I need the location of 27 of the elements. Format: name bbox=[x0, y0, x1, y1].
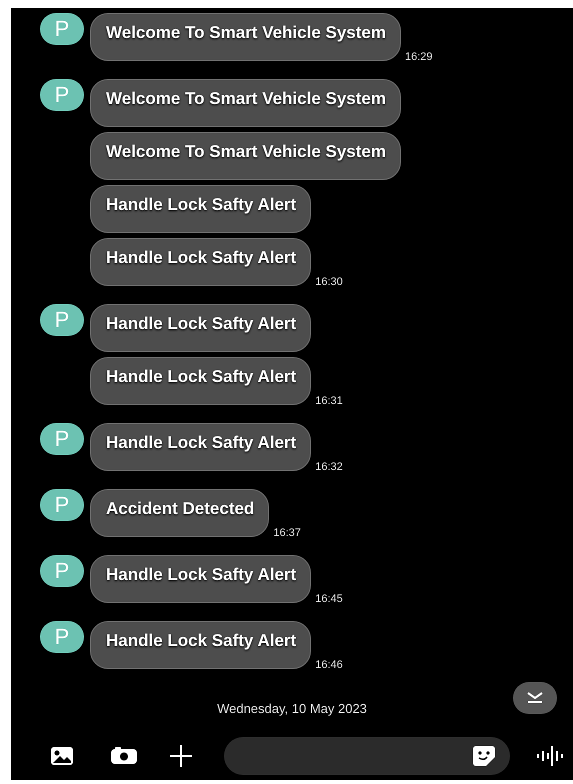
message-bubble[interactable]: Accident Detected bbox=[90, 489, 270, 537]
message-bubble[interactable]: Handle Lock Safty Alert bbox=[90, 621, 312, 669]
message-time: 16:37 bbox=[273, 526, 301, 540]
message-bubble[interactable]: Welcome To Smart Vehicle System bbox=[90, 132, 401, 180]
message-time: 16:29 bbox=[405, 50, 433, 64]
message-input-field[interactable] bbox=[224, 736, 510, 774]
sticker-icon[interactable] bbox=[472, 744, 496, 766]
message-bubble[interactable]: Welcome To Smart Vehicle System bbox=[90, 79, 401, 127]
gallery-icon[interactable] bbox=[50, 746, 74, 766]
message-time: 16:32 bbox=[315, 460, 343, 474]
chevron-down-icon bbox=[525, 692, 545, 704]
message-time: 16:46 bbox=[315, 658, 343, 672]
message-time: 16:30 bbox=[315, 274, 343, 290]
message-bubble[interactable]: Welcome To Smart Vehicle System bbox=[90, 13, 401, 61]
message-bubble[interactable]: Handle Lock Safty Alert bbox=[90, 423, 312, 471]
message-bubble[interactable]: Handle Lock Safty Alert bbox=[90, 304, 312, 352]
plus-icon[interactable] bbox=[169, 744, 193, 768]
camera-icon[interactable] bbox=[110, 746, 138, 766]
message-bubble[interactable]: Handle Lock Safty Alert bbox=[90, 357, 312, 405]
voice-wave-icon[interactable] bbox=[536, 746, 564, 766]
message-time: 16:31 bbox=[315, 394, 343, 408]
message-bubble[interactable]: Handle Lock Safty Alert bbox=[90, 185, 312, 233]
message-bubble[interactable]: Handle Lock Safty Alert bbox=[90, 555, 312, 603]
date-divider: Wednesday, 10 May 2023 bbox=[217, 700, 367, 718]
scroll-down-button[interactable] bbox=[513, 682, 557, 714]
message-bubble[interactable]: Handle Lock Safty Alert bbox=[90, 238, 312, 286]
message-time: 16:45 bbox=[315, 592, 343, 606]
